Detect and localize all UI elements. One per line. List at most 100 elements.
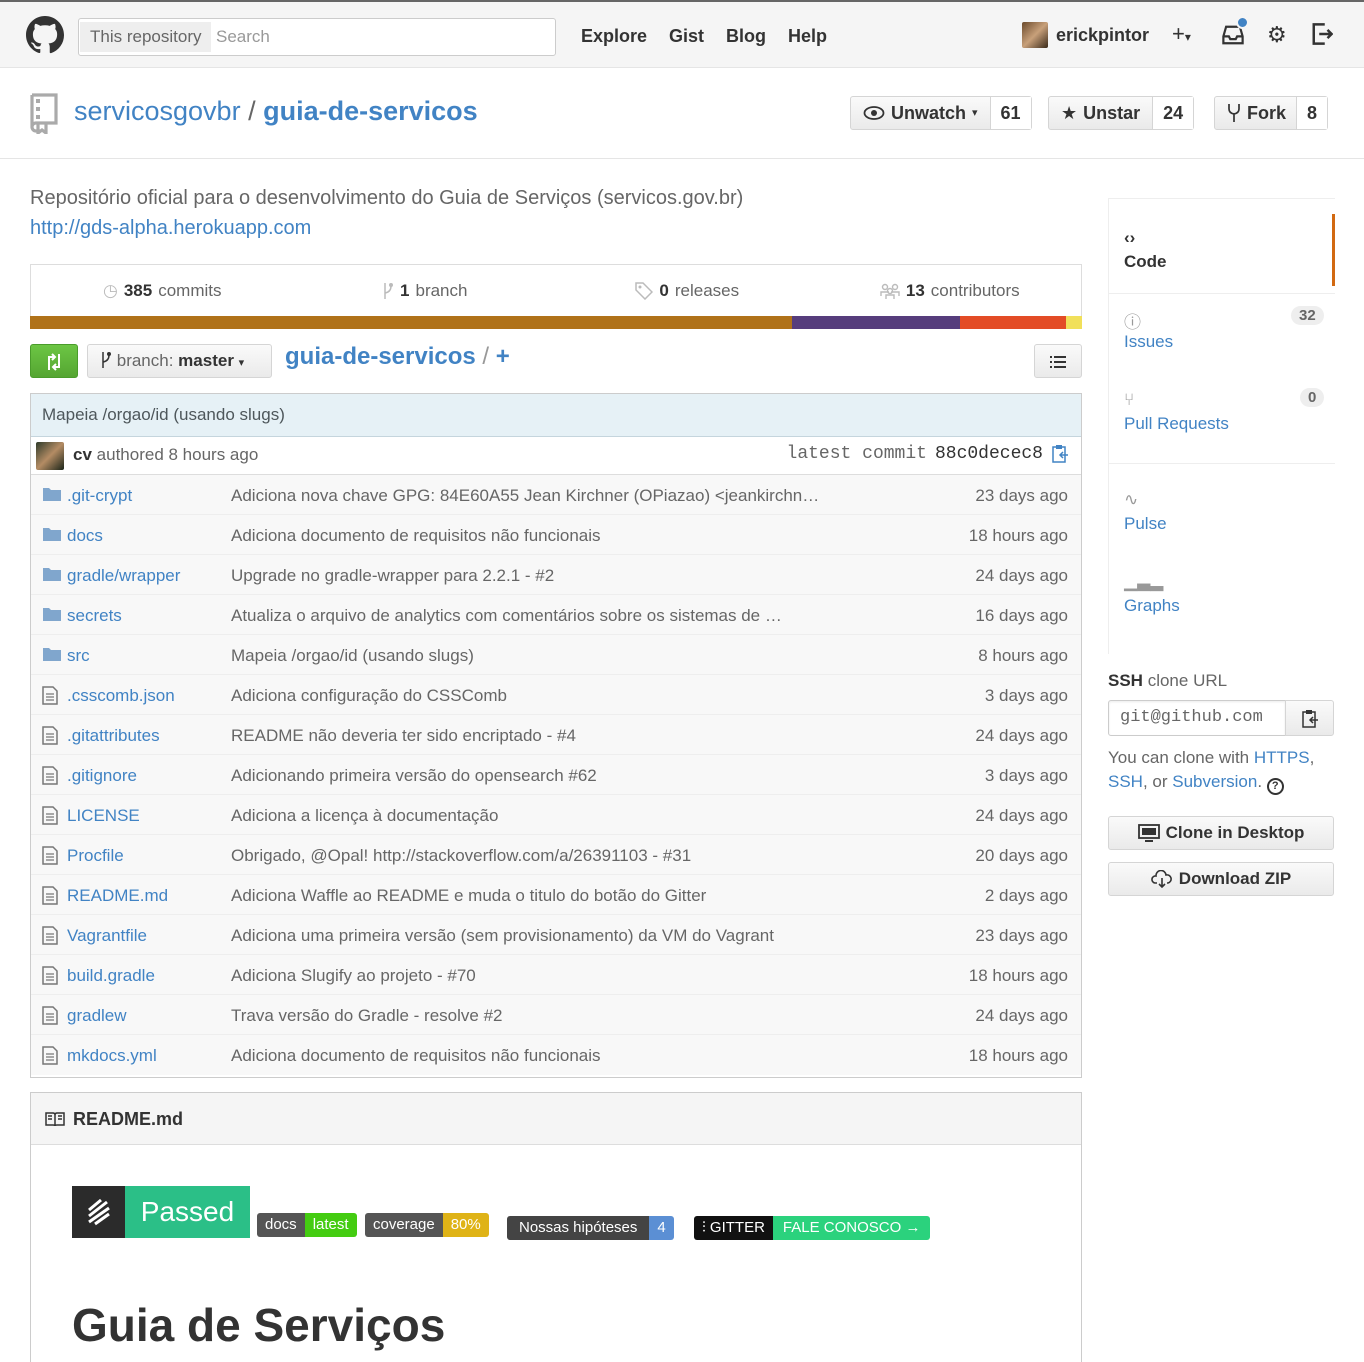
repo-name-link[interactable]: guia-de-servicos xyxy=(263,96,478,126)
commit-message-link[interactable]: Adicionando primeira versão do opensearc… xyxy=(231,766,871,786)
file-name-link[interactable]: Procfile xyxy=(67,846,124,866)
commit-message-link[interactable]: Mapeia /orgao/id (usando slugs) xyxy=(231,646,871,666)
sidebar-item-pull-requests[interactable]: ⑂ Pull Requests xyxy=(1124,390,1229,434)
commit-message-link[interactable]: Upgrade no gradle-wrapper para 2.2.1 - #… xyxy=(231,566,871,586)
commit-message-link[interactable]: Adiciona nova chave GPG: 84E60A55 Jean K… xyxy=(231,486,871,506)
commit-message-link[interactable]: Adiciona configuração do CSSComb xyxy=(231,686,871,706)
docs-badge[interactable]: docs latest xyxy=(257,1213,357,1237)
branch-select-button[interactable]: branch: master ▾ xyxy=(87,344,272,378)
compare-review-button[interactable] xyxy=(30,344,78,378)
commit-message-link[interactable]: Atualiza o arquivo de analytics com come… xyxy=(231,606,871,626)
commit-sha-link[interactable]: 88c0decec8 xyxy=(935,444,1043,464)
user-profile-link[interactable]: erickpintor xyxy=(1022,20,1149,50)
plus-icon[interactable]: +▾ xyxy=(1172,21,1191,47)
issue-icon: ⓘ xyxy=(1124,313,1141,332)
octocat-logo-icon[interactable] xyxy=(26,16,64,54)
clipboard-icon[interactable] xyxy=(1051,444,1069,464)
book-icon xyxy=(45,1111,65,1126)
unwatch-button[interactable]: Unwatch ▾ xyxy=(851,97,991,129)
ssh-clone-link[interactable]: SSH xyxy=(1108,772,1143,791)
commit-message-link[interactable]: Adiciona a licença à documentação xyxy=(231,806,871,826)
watchers-count[interactable]: 61 xyxy=(990,97,1031,129)
file-name-link[interactable]: .gitattributes xyxy=(67,726,160,746)
commit-message-link[interactable]: Adiciona uma primeira versão (sem provis… xyxy=(231,926,871,946)
repo-icon xyxy=(30,93,58,134)
new-file-button[interactable]: + xyxy=(496,343,510,370)
sidebar-item-graphs[interactable]: ▁▃▂ Graphs xyxy=(1124,572,1180,616)
latest-commit-message[interactable]: Mapeia /orgao/id (usando slugs) xyxy=(31,394,1081,437)
build-passed-badge[interactable]: Passed xyxy=(72,1186,250,1238)
semaphore-logo-icon xyxy=(72,1186,125,1238)
tag-icon xyxy=(635,281,654,300)
fork-button-group: Fork 8 xyxy=(1214,96,1329,130)
commit-message-link[interactable]: Adiciona Waffle ao README e muda o titul… xyxy=(231,886,871,906)
forks-count[interactable]: 8 xyxy=(1297,97,1328,129)
sidebar-item-issues[interactable]: ⓘ Issues xyxy=(1124,308,1173,352)
file-name-link[interactable]: Vagrantfile xyxy=(67,926,147,946)
sidebar-item-pulse[interactable]: ∿ Pulse xyxy=(1124,490,1167,534)
commit-message-link[interactable]: Trava versão do Gradle - resolve #2 xyxy=(231,1006,871,1026)
latest-commit-sha: latest commit 88c0decec8 xyxy=(787,444,1069,464)
gitter-badge[interactable]: ⫶ GITTER FALE CONOSCO → xyxy=(694,1216,931,1240)
file-name-link[interactable]: gradlew xyxy=(67,1006,127,1026)
search-box[interactable]: This repository xyxy=(78,18,556,56)
breadcrumb-root-link[interactable]: guia-de-servicos xyxy=(285,343,476,370)
repo-owner-link[interactable]: servicosgovbr xyxy=(74,96,241,126)
sign-out-icon[interactable] xyxy=(1311,23,1333,45)
subversion-clone-link[interactable]: Subversion xyxy=(1172,772,1257,791)
repo-homepage-link[interactable]: http://gds-alpha.herokuapp.com xyxy=(30,217,311,240)
desktop-icon xyxy=(1137,824,1160,842)
stargazers-count[interactable]: 24 xyxy=(1153,97,1194,129)
nav-help[interactable]: Help xyxy=(788,26,827,47)
hypotheses-badge[interactable]: Nossas hipóteses 4 xyxy=(507,1216,674,1240)
commit-message-link[interactable]: Adiciona Slugify ao projeto - #70 xyxy=(231,966,871,986)
file-name-link[interactable]: secrets xyxy=(67,606,122,626)
commit-message-link[interactable]: Adiciona documento de requisitos não fun… xyxy=(231,526,871,546)
clone-in-desktop-button[interactable]: Clone in Desktop xyxy=(1108,816,1334,850)
commit-message-link[interactable]: README não deveria ter sido encriptado -… xyxy=(231,726,871,746)
sidebar-item-code[interactable]: ‹› Code xyxy=(1109,214,1335,286)
nav-gist[interactable]: Gist xyxy=(669,26,704,47)
question-icon[interactable]: ? xyxy=(1266,778,1284,795)
contributors-link[interactable]: 13 contributors xyxy=(819,265,1082,316)
clone-protocol: SSH xyxy=(1108,671,1143,690)
fork-button[interactable]: Fork xyxy=(1215,97,1298,129)
branches-link[interactable]: 1 branch xyxy=(294,265,557,316)
pull-request-icon: ⑂ xyxy=(1124,390,1135,409)
branch-prefix: branch: xyxy=(116,351,174,370)
file-name-link[interactable]: .git-crypt xyxy=(67,486,132,506)
search-input[interactable] xyxy=(216,22,546,52)
file-name-link[interactable]: gradle/wrapper xyxy=(67,566,180,586)
clone-url-input[interactable]: git@github.com xyxy=(1108,700,1286,736)
language-bar[interactable] xyxy=(30,316,1082,329)
file-list-toggle-button[interactable] xyxy=(1034,344,1082,378)
gitter-icon: ⫶ xyxy=(702,1219,710,1236)
readme-title: README.md xyxy=(73,1108,184,1129)
gear-icon[interactable]: ⚙ xyxy=(1267,22,1287,48)
branch-icon xyxy=(384,282,394,299)
commits-link[interactable]: ◷ 385 commits xyxy=(31,265,294,316)
file-name-link[interactable]: build.gradle xyxy=(67,966,155,986)
file-name-link[interactable]: src xyxy=(67,646,90,666)
download-zip-button[interactable]: Download ZIP xyxy=(1108,862,1334,896)
file-name-link[interactable]: mkdocs.yml xyxy=(67,1046,157,1066)
commit-message-link[interactable]: Obrigado, @Opal! http://stackoverflow.co… xyxy=(231,846,871,866)
coverage-badge[interactable]: coverage 80% xyxy=(365,1213,489,1237)
file-name-link[interactable]: docs xyxy=(67,526,103,546)
fork-label: Fork xyxy=(1247,103,1287,123)
commit-message-link[interactable]: Adiciona documento de requisitos não fun… xyxy=(231,1046,871,1066)
commit-age: 18 hours ago xyxy=(968,526,1068,545)
copy-clone-url-button[interactable] xyxy=(1285,700,1334,736)
https-clone-link[interactable]: HTTPS xyxy=(1254,748,1310,767)
file-name-link[interactable]: .csscomb.json xyxy=(67,686,175,706)
commit-author[interactable]: cv xyxy=(73,445,92,464)
file-name-link[interactable]: README.md xyxy=(67,886,168,906)
file-name-link[interactable]: .gitignore xyxy=(67,766,137,786)
releases-link[interactable]: 0 releases xyxy=(556,265,819,316)
file-name-link[interactable]: LICENSE xyxy=(67,806,140,826)
file-icon xyxy=(42,726,62,745)
avatar[interactable] xyxy=(36,442,64,470)
unstar-button[interactable]: ★ Unstar xyxy=(1049,97,1154,129)
nav-explore[interactable]: Explore xyxy=(581,26,647,47)
nav-blog[interactable]: Blog xyxy=(726,26,766,47)
